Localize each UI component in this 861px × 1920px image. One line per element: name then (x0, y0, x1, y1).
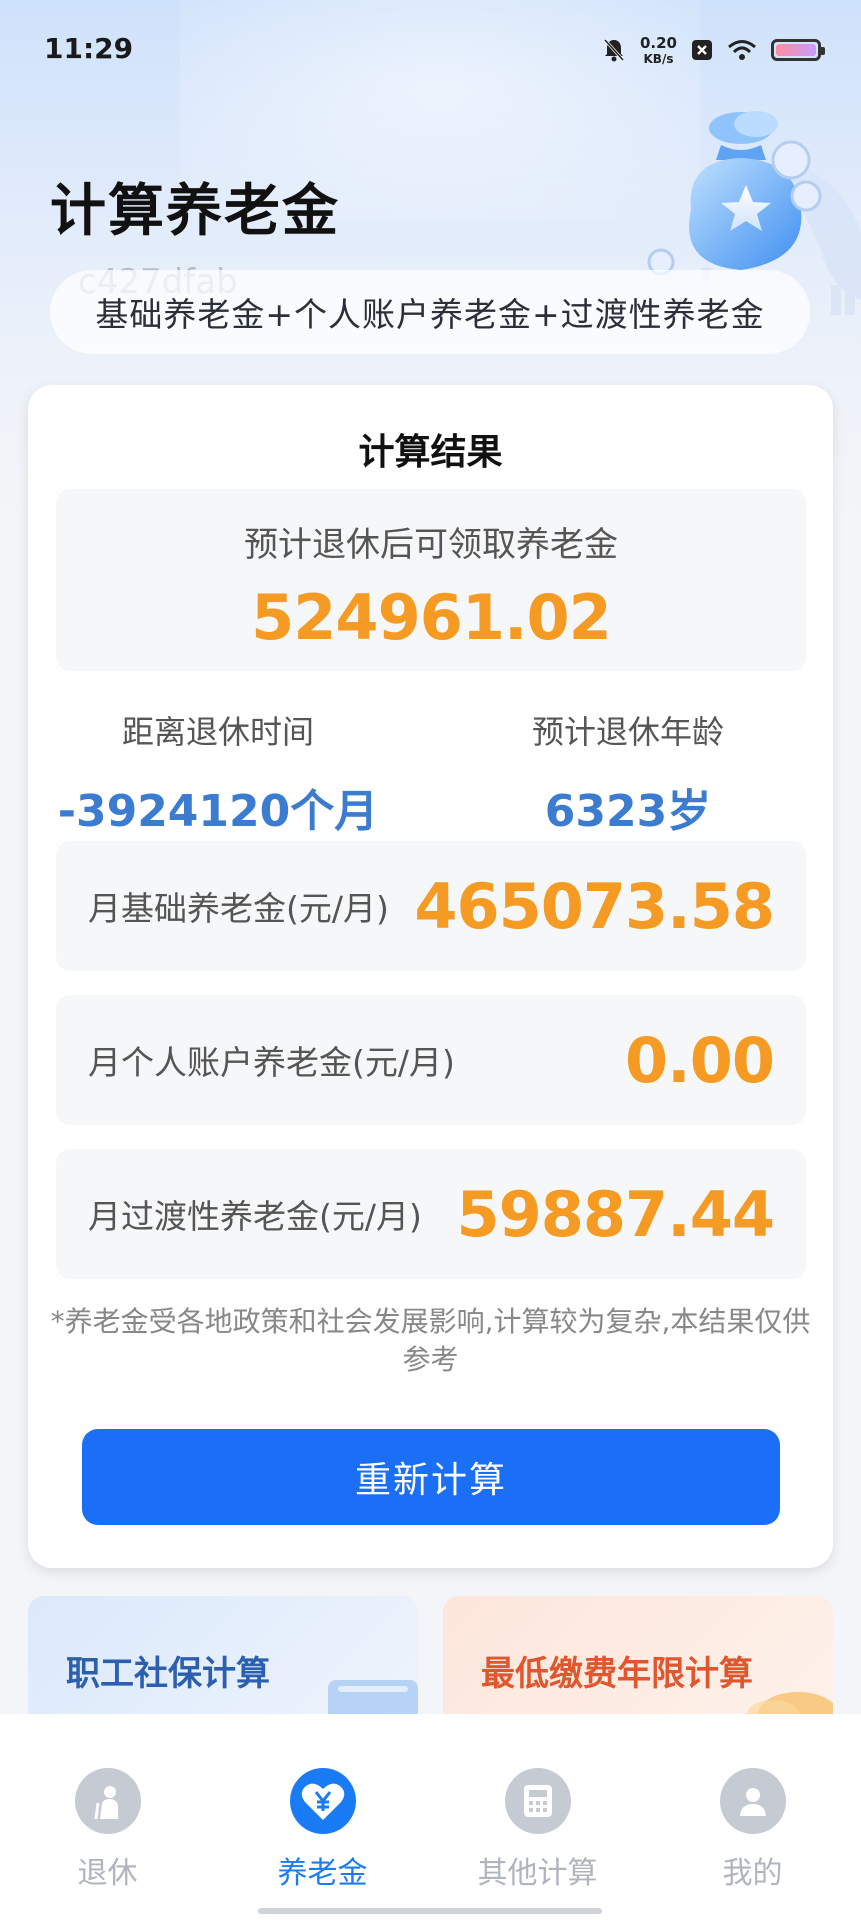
recalculate-button[interactable]: 重新计算 (82, 1429, 780, 1525)
status-time: 11:29 (44, 32, 134, 65)
page-title: 计算养老金 (50, 179, 340, 244)
time-to-retire-value: -3924120个月 (57, 786, 379, 837)
card-deco-icon (328, 1680, 418, 1714)
total-pension-label: 预计退休后可领取养老金 (244, 525, 618, 565)
basic-pension-value: 465073.58 (414, 869, 775, 943)
net-speed-unit: KB/s (643, 51, 674, 66)
tab-pension[interactable]: 养老金 (215, 1768, 430, 1892)
personal-account-pension-label: 月个人账户养老金(元/月) (88, 1043, 455, 1082)
result-card: 计算结果 预计退休后可领取养老金 524961.02 距离退休时间 -39241… (28, 385, 833, 1568)
formula-text: 基础养老金+个人账户养老金+过渡性养老金 (95, 295, 765, 334)
net-speed-icon: 0.20 KB/s (639, 33, 677, 66)
pension-yen-heart-icon (289, 1768, 356, 1834)
bell-muted-icon (602, 37, 626, 63)
home-indicator[interactable] (258, 1908, 602, 1914)
tab-profile[interactable]: 我的 (645, 1768, 860, 1892)
transitional-pension-label: 月过渡性养老金(元/月) (88, 1197, 422, 1236)
calculator-icon (504, 1768, 571, 1834)
disclaimer-text: *养老金受各地政策和社会发展影响,计算较为复杂,本结果仅供参考 (50, 1305, 811, 1376)
retire-age: 预计退休年龄 6323岁 (468, 707, 788, 839)
tab-pension-label: 养老金 (277, 1856, 368, 1891)
total-pension-value: 524961.02 (251, 581, 612, 654)
time-to-retire: 距离退休时间 -3924120个月 (28, 707, 408, 839)
personal-account-pension-row: 月个人账户养老金(元/月) 0.00 (56, 995, 806, 1125)
net-speed-value: 0.20 (639, 33, 677, 52)
tab-other-calculations-label: 其他计算 (477, 1856, 598, 1891)
profile-icon (719, 1768, 786, 1834)
retire-age-value: 6323岁 (544, 786, 712, 837)
personal-account-pension-value: 0.00 (625, 1023, 775, 1097)
basic-pension-label: 月基础养老金(元/月) (88, 889, 389, 928)
battery-icon (771, 39, 825, 61)
transitional-pension-value: 59887.44 (456, 1177, 775, 1251)
status-bar: 11:29 0.20 KB/s (0, 0, 861, 100)
tab-retire-label: 退休 (77, 1856, 138, 1891)
time-to-retire-label: 距离退休时间 (121, 713, 314, 751)
wifi-icon (727, 39, 757, 61)
tab-profile-label: 我的 (722, 1856, 783, 1891)
result-title: 计算结果 (358, 432, 503, 473)
tab-retire[interactable]: 退休 (0, 1768, 215, 1892)
total-pension-box: 预计退休后可领取养老金 524961.02 (56, 489, 806, 671)
battery-level (776, 44, 816, 56)
promo-employee-social-security-label: 职工社保计算 (66, 1654, 270, 1694)
x-badge-icon (691, 39, 713, 61)
bottom-tab-bar: 退休 养老金 其他计算 我的 (0, 1714, 861, 1920)
promo-employee-social-security[interactable]: 职工社保计算 (28, 1596, 418, 1714)
retire-age-label: 预计退休年龄 (531, 713, 724, 751)
retire-person-icon (74, 1768, 141, 1834)
coin-deco-icon (747, 1692, 833, 1714)
transitional-pension-row: 月过渡性养老金(元/月) 59887.44 (56, 1149, 806, 1279)
promo-minimum-contribution-years[interactable]: 最低缴费年限计算 (443, 1596, 833, 1714)
status-icons: 0.20 KB/s (602, 30, 825, 70)
formula-banner: 基础养老金+个人账户养老金+过渡性养老金 (50, 270, 810, 354)
basic-pension-row: 月基础养老金(元/月) 465073.58 (56, 841, 806, 971)
tab-other-calculations[interactable]: 其他计算 (430, 1768, 645, 1892)
